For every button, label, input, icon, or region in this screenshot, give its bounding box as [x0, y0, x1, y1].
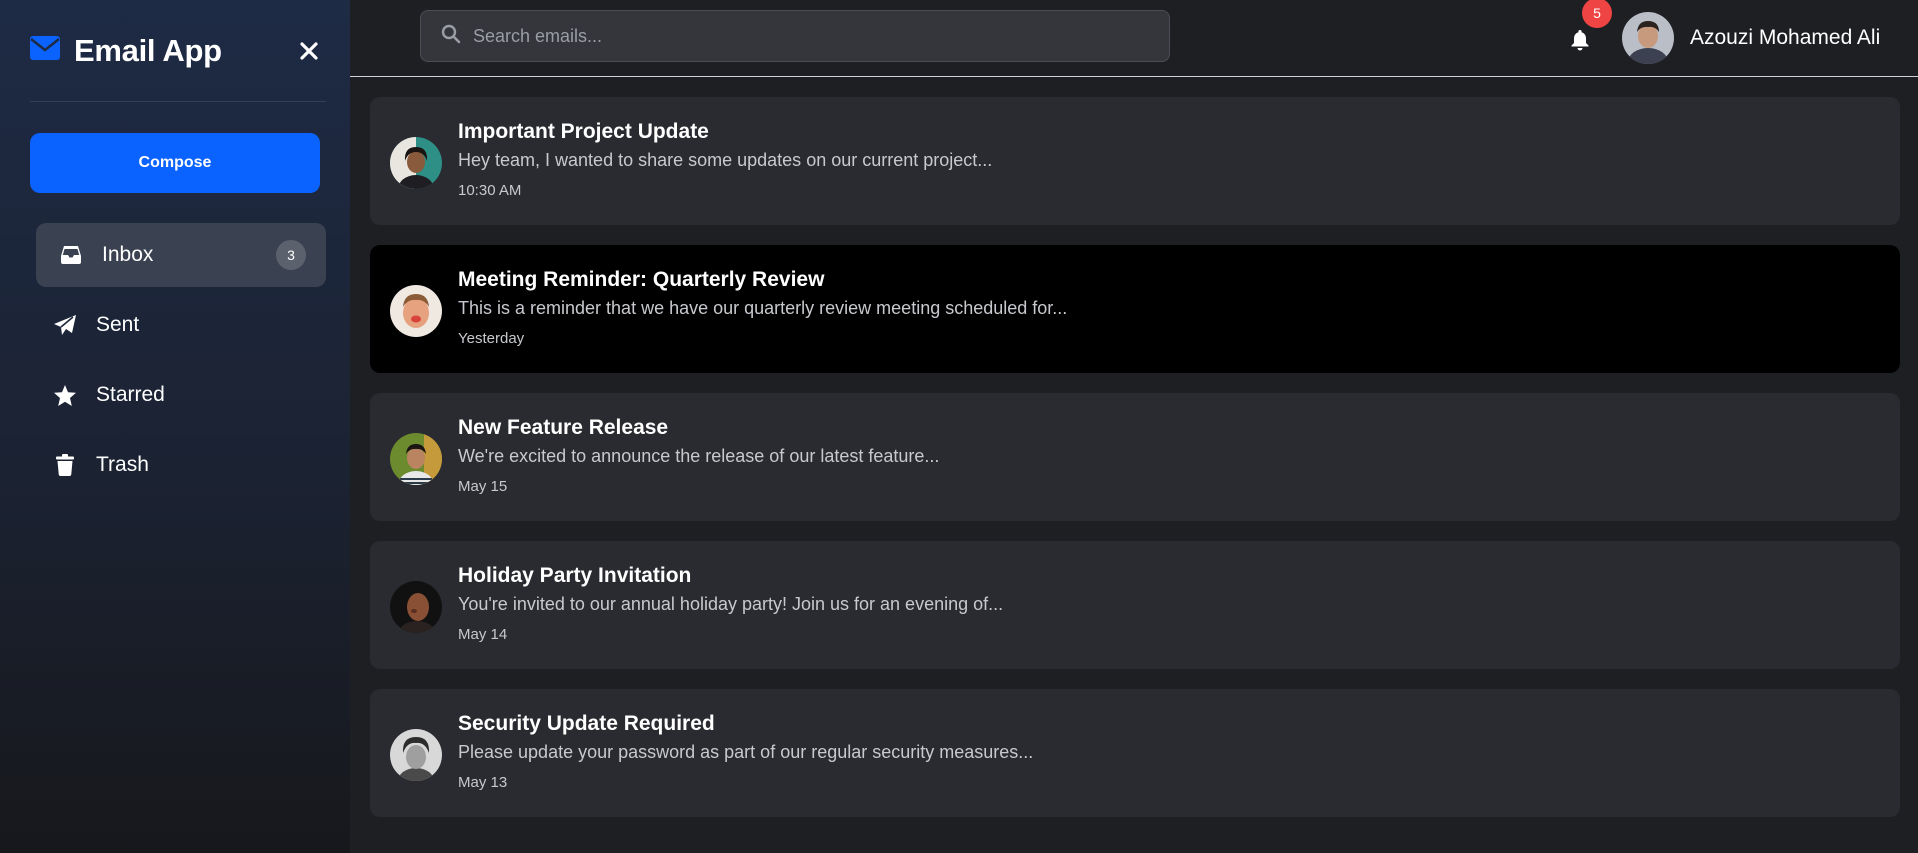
avatar — [390, 433, 442, 485]
user-name: Azouzi Mohamed Ali — [1690, 26, 1881, 49]
email-body: Holiday Party Invitation You're invited … — [458, 563, 1003, 645]
email-time: Yesterday — [458, 330, 525, 347]
bell-icon — [1571, 30, 1589, 51]
sidebar: Email App Compose Inbox 3 Sent Starred T… — [0, 0, 350, 853]
trash-icon — [52, 452, 78, 478]
email-preview: We're excited to announce the release of… — [458, 446, 940, 466]
email-app: Email App Compose Inbox 3 Sent Starred T… — [0, 0, 1918, 853]
email-subject: Holiday Party Invitation — [458, 564, 692, 587]
email-body: Meeting Reminder: Quarterly Review This … — [458, 267, 1067, 349]
inbox-count-badge: 3 — [276, 240, 306, 270]
paper-plane-icon — [52, 312, 78, 338]
search-box[interactable] — [420, 10, 1170, 62]
sidebar-item-inbox[interactable]: Inbox 3 — [36, 223, 326, 287]
search-icon — [441, 24, 461, 49]
close-icon — [300, 41, 318, 60]
email-preview: Please update your password as part of o… — [458, 742, 1034, 762]
user-profile[interactable]: Azouzi Mohamed Ali — [1622, 12, 1880, 64]
sidebar-item-label: Sent — [96, 313, 140, 336]
email-item[interactable]: Meeting Reminder: Quarterly Review This … — [370, 245, 1900, 373]
avatar — [390, 137, 442, 189]
search-input[interactable] — [473, 25, 1153, 47]
sidebar-item-sent[interactable]: Sent — [30, 293, 326, 357]
brand: Email App — [30, 33, 222, 69]
avatar — [390, 729, 442, 781]
notification-badge: 5 — [1582, 0, 1612, 28]
sidebar-header: Email App — [30, 0, 326, 102]
email-item[interactable]: Security Update Required Please update y… — [370, 689, 1900, 817]
main-content: 5 Azouzi Mohamed Ali — [350, 0, 1918, 853]
top-bar: 5 Azouzi Mohamed Ali — [350, 0, 1918, 77]
email-subject: Meeting Reminder: Quarterly Review — [458, 268, 825, 291]
email-subject: Important Project Update — [458, 120, 709, 143]
email-preview: This is a reminder that we have our quar… — [458, 298, 1068, 318]
avatar — [390, 285, 442, 337]
envelope-icon — [30, 36, 60, 65]
email-list: Important Project Update Hey team, I wan… — [350, 77, 1918, 837]
email-body: New Feature Release We're excited to ann… — [458, 415, 939, 497]
email-time: May 13 — [458, 774, 508, 791]
sidebar-item-trash[interactable]: Trash — [30, 433, 326, 497]
email-time: 10:30 AM — [458, 182, 522, 199]
inbox-icon — [58, 242, 84, 268]
email-time: May 14 — [458, 626, 508, 643]
sidebar-item-label: Trash — [96, 453, 149, 476]
email-item[interactable]: New Feature Release We're excited to ann… — [370, 393, 1900, 521]
sidebar-item-starred[interactable]: Starred — [30, 363, 326, 427]
app-title: Email App — [74, 32, 222, 68]
avatar — [1622, 12, 1674, 64]
email-body: Important Project Update Hey team, I wan… — [458, 119, 992, 201]
email-time: May 15 — [458, 478, 508, 495]
email-subject: Security Update Required — [458, 712, 715, 735]
email-preview: Hey team, I wanted to share some updates… — [458, 150, 993, 170]
star-icon — [52, 382, 78, 408]
close-sidebar-button[interactable] — [294, 36, 324, 66]
sidebar-item-label: Starred — [96, 383, 165, 406]
email-body: Security Update Required Please update y… — [458, 711, 1033, 793]
compose-button[interactable]: Compose — [30, 133, 320, 193]
avatar — [390, 581, 442, 633]
email-item[interactable]: Holiday Party Invitation You're invited … — [370, 541, 1900, 669]
sidebar-item-label: Inbox — [102, 243, 154, 266]
sidebar-nav: Inbox 3 Sent Starred Trash — [30, 223, 326, 497]
email-item[interactable]: Important Project Update Hey team, I wan… — [370, 97, 1900, 225]
email-preview: You're invited to our annual holiday par… — [458, 594, 1004, 614]
email-subject: New Feature Release — [458, 416, 669, 439]
